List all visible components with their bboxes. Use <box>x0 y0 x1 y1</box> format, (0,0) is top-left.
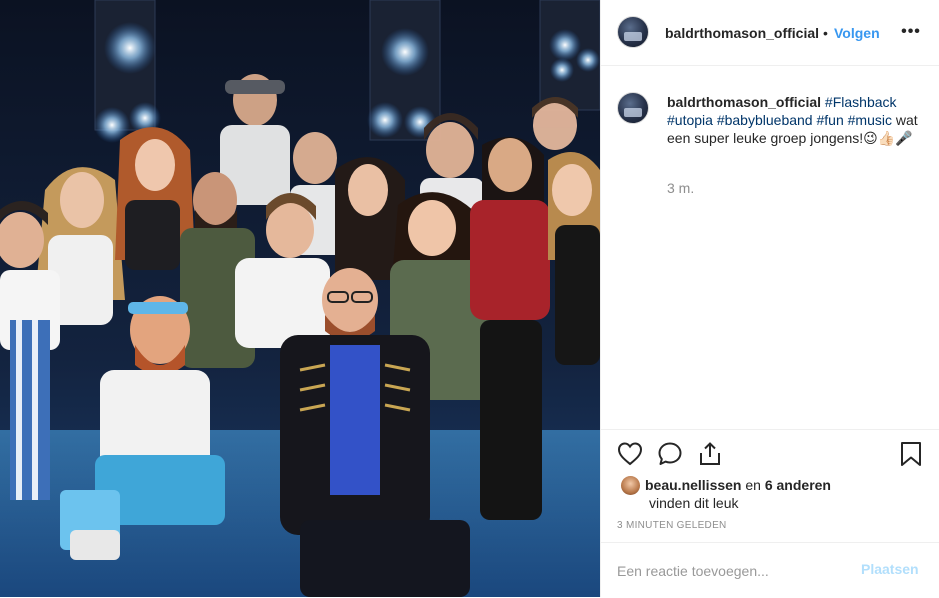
caption-avatar[interactable] <box>617 92 649 124</box>
add-comment-bar: Plaatsen <box>601 542 939 598</box>
comment-icon <box>658 442 682 465</box>
comment-button[interactable] <box>656 440 684 468</box>
hashtag-link[interactable]: #babyblueband <box>717 112 813 128</box>
likes-suffix: vinden dit leuk <box>649 495 739 511</box>
hashtag-link[interactable]: #music <box>848 112 892 128</box>
header-username[interactable]: baldrthomason_official <box>665 25 819 41</box>
hashtag-link[interactable]: #Flashback <box>825 94 897 110</box>
likes-others-link[interactable]: 6 anderen <box>765 477 831 493</box>
group-photo-image <box>0 0 600 597</box>
post-photo[interactable] <box>0 0 600 597</box>
likes-connector: en <box>745 477 761 493</box>
post-timestamp[interactable]: 3 MINUTEN GELEDEN <box>617 520 727 531</box>
comments-section: baldrthomason_official #Flashback #utopi… <box>601 66 939 428</box>
save-button[interactable] <box>897 440 925 468</box>
heart-icon <box>617 442 643 466</box>
comment-input[interactable] <box>615 558 849 584</box>
post-actions: beau.nellissen en 6 anderen vinden dit l… <box>601 429 939 597</box>
hashtag-link[interactable]: #utopia <box>667 112 713 128</box>
post-detail-panel: baldrthomason_official • Volgen ••• bald… <box>600 0 939 597</box>
avatar[interactable] <box>617 16 649 48</box>
share-icon <box>700 442 720 465</box>
caption-username[interactable]: baldrthomason_official <box>667 94 821 110</box>
caption-time: 3 m. <box>667 180 695 196</box>
follow-button[interactable]: Volgen <box>834 25 880 41</box>
post-header: baldrthomason_official • Volgen ••• <box>601 0 939 66</box>
likes-summary: beau.nellissen en 6 anderen <box>645 477 831 493</box>
caption-text: baldrthomason_official #Flashback #utopi… <box>667 93 927 147</box>
bookmark-icon <box>901 442 921 466</box>
more-options-icon[interactable]: ••• <box>899 20 923 44</box>
liker-username[interactable]: beau.nellissen <box>645 477 741 493</box>
like-button[interactable] <box>616 440 644 468</box>
share-button[interactable] <box>696 440 724 468</box>
hashtag-link[interactable]: #fun <box>816 112 843 128</box>
separator-dot: • <box>823 25 828 41</box>
liker-avatar[interactable] <box>621 476 640 495</box>
post-comment-button[interactable]: Plaatsen <box>861 561 919 577</box>
